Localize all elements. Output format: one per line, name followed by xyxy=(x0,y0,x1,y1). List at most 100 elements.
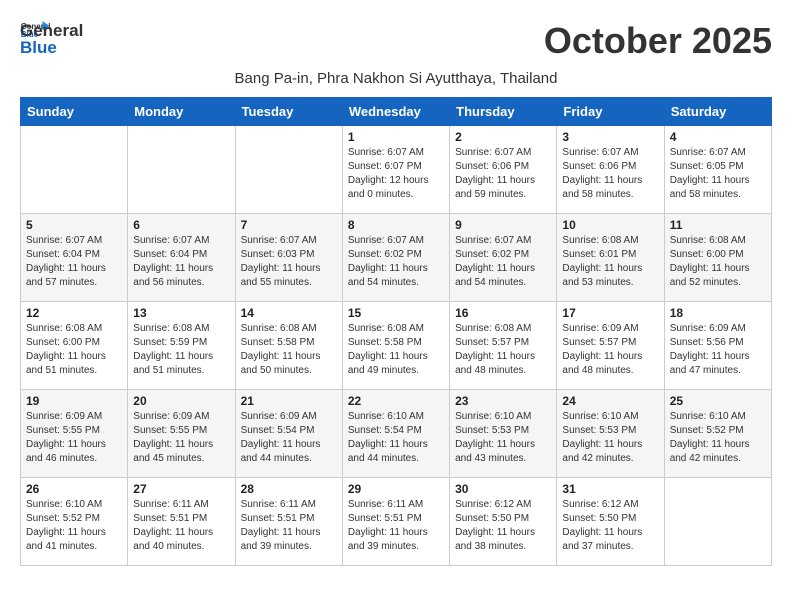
day-number: 24 xyxy=(562,394,658,408)
calendar-cell: 31 Sunrise: 6:12 AM Sunset: 5:50 PM Dayli… xyxy=(557,478,664,566)
calendar-cell: 22 Sunrise: 6:10 AM Sunset: 5:54 PM Dayli… xyxy=(342,390,449,478)
calendar-cell: 25 Sunrise: 6:10 AM Sunset: 5:52 PM Dayli… xyxy=(664,390,771,478)
cell-content: Sunrise: 6:10 AM Sunset: 5:52 PM Dayligh… xyxy=(26,498,122,554)
day-number: 26 xyxy=(26,482,122,496)
cell-content: Sunrise: 6:09 AM Sunset: 5:55 PM Dayligh… xyxy=(133,410,229,466)
day-number: 27 xyxy=(133,482,229,496)
cell-content: Sunrise: 6:08 AM Sunset: 6:00 PM Dayligh… xyxy=(26,322,122,378)
calendar-cell: 24 Sunrise: 6:10 AM Sunset: 5:53 PM Dayli… xyxy=(557,390,664,478)
cell-content: Sunrise: 6:08 AM Sunset: 5:58 PM Dayligh… xyxy=(241,322,337,378)
cell-content: Sunrise: 6:08 AM Sunset: 5:59 PM Dayligh… xyxy=(133,322,229,378)
cell-content: Sunrise: 6:07 AM Sunset: 6:07 PM Dayligh… xyxy=(348,146,444,202)
calendar-cell: 8 Sunrise: 6:07 AM Sunset: 6:02 PM Daylig… xyxy=(342,214,449,302)
day-number: 11 xyxy=(670,218,766,232)
calendar-cell: 9 Sunrise: 6:07 AM Sunset: 6:02 PM Daylig… xyxy=(450,214,557,302)
calendar-cell: 26 Sunrise: 6:10 AM Sunset: 5:52 PM Dayli… xyxy=(21,478,128,566)
cell-content: Sunrise: 6:09 AM Sunset: 5:55 PM Dayligh… xyxy=(26,410,122,466)
calendar-cell: 1 Sunrise: 6:07 AM Sunset: 6:07 PM Daylig… xyxy=(342,126,449,214)
calendar-cell: 23 Sunrise: 6:10 AM Sunset: 5:53 PM Dayli… xyxy=(450,390,557,478)
day-number: 8 xyxy=(348,218,444,232)
calendar-cell: 18 Sunrise: 6:09 AM Sunset: 5:56 PM Dayli… xyxy=(664,302,771,390)
cell-content: Sunrise: 6:10 AM Sunset: 5:52 PM Dayligh… xyxy=(670,410,766,466)
calendar-cell: 4 Sunrise: 6:07 AM Sunset: 6:05 PM Daylig… xyxy=(664,126,771,214)
weekday-header-sunday: Sunday xyxy=(21,98,128,126)
calendar-cell: 21Sunrise: 6:09 AM Sunset: 5:54 PM Dayli… xyxy=(235,390,342,478)
calendar-cell xyxy=(21,126,128,214)
calendar-cell: 2 Sunrise: 6:07 AM Sunset: 6:06 PM Daylig… xyxy=(450,126,557,214)
cell-content: Sunrise: 6:07 AM Sunset: 6:04 PM Dayligh… xyxy=(26,234,122,290)
calendar-cell: 15 Sunrise: 6:08 AM Sunset: 5:58 PM Dayli… xyxy=(342,302,449,390)
calendar-cell: 11 Sunrise: 6:08 AM Sunset: 6:00 PM Dayli… xyxy=(664,214,771,302)
cell-content: Sunrise: 6:08 AM Sunset: 6:00 PM Dayligh… xyxy=(670,234,766,290)
cell-content: Sunrise: 6:08 AM Sunset: 5:57 PM Dayligh… xyxy=(455,322,551,378)
calendar-cell xyxy=(235,126,342,214)
calendar-cell xyxy=(128,126,235,214)
weekday-header-saturday: Saturday xyxy=(664,98,771,126)
calendar-cell: 20 Sunrise: 6:09 AM Sunset: 5:55 PM Dayli… xyxy=(128,390,235,478)
day-number: 16 xyxy=(455,306,551,320)
logo-area: General Blue General Blue xyxy=(20,20,83,57)
day-number: 21 xyxy=(241,394,337,408)
cell-content: Sunrise: 6:10 AM Sunset: 5:53 PM Dayligh… xyxy=(455,410,551,466)
cell-content: Sunrise: 6:07 AM Sunset: 6:02 PM Dayligh… xyxy=(455,234,551,290)
calendar-cell: 16 Sunrise: 6:08 AM Sunset: 5:57 PM Dayli… xyxy=(450,302,557,390)
calendar-cell: 12 Sunrise: 6:08 AM Sunset: 6:00 PM Dayli… xyxy=(21,302,128,390)
day-number: 4 xyxy=(670,130,766,144)
weekday-header-friday: Friday xyxy=(557,98,664,126)
day-number: 3 xyxy=(562,130,658,144)
cell-content: Sunrise: 6:12 AM Sunset: 5:50 PM Dayligh… xyxy=(562,498,658,554)
calendar-cell: 28Sunrise: 6:11 AM Sunset: 5:51 PM Dayli… xyxy=(235,478,342,566)
day-number: 28 xyxy=(241,482,337,496)
cell-content: Sunrise: 6:11 AM Sunset: 5:51 PM Dayligh… xyxy=(348,498,444,554)
cell-content: Sunrise: 6:07 AM Sunset: 6:06 PM Dayligh… xyxy=(455,146,551,202)
day-number: 2 xyxy=(455,130,551,144)
cell-content: Sunrise: 6:08 AM Sunset: 6:01 PM Dayligh… xyxy=(562,234,658,290)
day-number: 17 xyxy=(562,306,658,320)
calendar-cell xyxy=(664,478,771,566)
calendar-cell: 6Sunrise: 6:07 AM Sunset: 6:04 PM Daylig… xyxy=(128,214,235,302)
day-number: 12 xyxy=(26,306,122,320)
calendar-cell: 17 Sunrise: 6:09 AM Sunset: 5:57 PM Dayli… xyxy=(557,302,664,390)
calendar-cell: 5 Sunrise: 6:07 AM Sunset: 6:04 PM Daylig… xyxy=(21,214,128,302)
day-number: 25 xyxy=(670,394,766,408)
cell-content: Sunrise: 6:07 AM Sunset: 6:06 PM Dayligh… xyxy=(562,146,658,202)
day-number: 6 xyxy=(133,218,229,232)
month-title: October 2025 xyxy=(544,20,772,62)
page-header: General Blue General Blue October 2025 xyxy=(20,20,772,62)
calendar-cell: 14 Sunrise: 6:08 AM Sunset: 5:58 PM Dayli… xyxy=(235,302,342,390)
day-number: 22 xyxy=(348,394,444,408)
calendar-cell: 27 Sunrise: 6:11 AM Sunset: 5:51 PM Dayli… xyxy=(128,478,235,566)
day-number: 10 xyxy=(562,218,658,232)
day-number: 23 xyxy=(455,394,551,408)
day-number: 29 xyxy=(348,482,444,496)
calendar-cell: 13 Sunrise: 6:08 AM Sunset: 5:59 PM Dayli… xyxy=(128,302,235,390)
cell-content: Sunrise: 6:07 AM Sunset: 6:02 PM Dayligh… xyxy=(348,234,444,290)
subtitle: Bang Pa-in, Phra Nakhon Si Ayutthaya, Th… xyxy=(20,70,772,87)
weekday-header-thursday: Thursday xyxy=(450,98,557,126)
calendar-table: SundayMondayTuesdayWednesdayThursdayFrid… xyxy=(20,97,772,566)
day-number: 18 xyxy=(670,306,766,320)
day-number: 14 xyxy=(241,306,337,320)
calendar-cell: 10 Sunrise: 6:08 AM Sunset: 6:01 PM Dayli… xyxy=(557,214,664,302)
day-number: 9 xyxy=(455,218,551,232)
cell-content: Sunrise: 6:10 AM Sunset: 5:53 PM Dayligh… xyxy=(562,410,658,466)
cell-content: Sunrise: 6:07 AM Sunset: 6:03 PM Dayligh… xyxy=(241,234,337,290)
day-number: 5 xyxy=(26,218,122,232)
day-number: 31 xyxy=(562,482,658,496)
cell-content: Sunrise: 6:09 AM Sunset: 5:57 PM Dayligh… xyxy=(562,322,658,378)
cell-content: Sunrise: 6:08 AM Sunset: 5:58 PM Dayligh… xyxy=(348,322,444,378)
day-number: 1 xyxy=(348,130,444,144)
weekday-header-tuesday: Tuesday xyxy=(235,98,342,126)
day-number: 19 xyxy=(26,394,122,408)
day-number: 15 xyxy=(348,306,444,320)
day-number: 30 xyxy=(455,482,551,496)
calendar-cell: 29 Sunrise: 6:11 AM Sunset: 5:51 PM Dayli… xyxy=(342,478,449,566)
day-number: 13 xyxy=(133,306,229,320)
cell-content: Sunrise: 6:10 AM Sunset: 5:54 PM Dayligh… xyxy=(348,410,444,466)
cell-content: Sunrise: 6:11 AM Sunset: 5:51 PM Dayligh… xyxy=(133,498,229,554)
calendar-cell: 3 Sunrise: 6:07 AM Sunset: 6:06 PM Daylig… xyxy=(557,126,664,214)
day-number: 20 xyxy=(133,394,229,408)
cell-content: Sunrise: 6:07 AM Sunset: 6:05 PM Dayligh… xyxy=(670,146,766,202)
weekday-header-monday: Monday xyxy=(128,98,235,126)
cell-content: Sunrise: 6:09 AM Sunset: 5:56 PM Dayligh… xyxy=(670,322,766,378)
